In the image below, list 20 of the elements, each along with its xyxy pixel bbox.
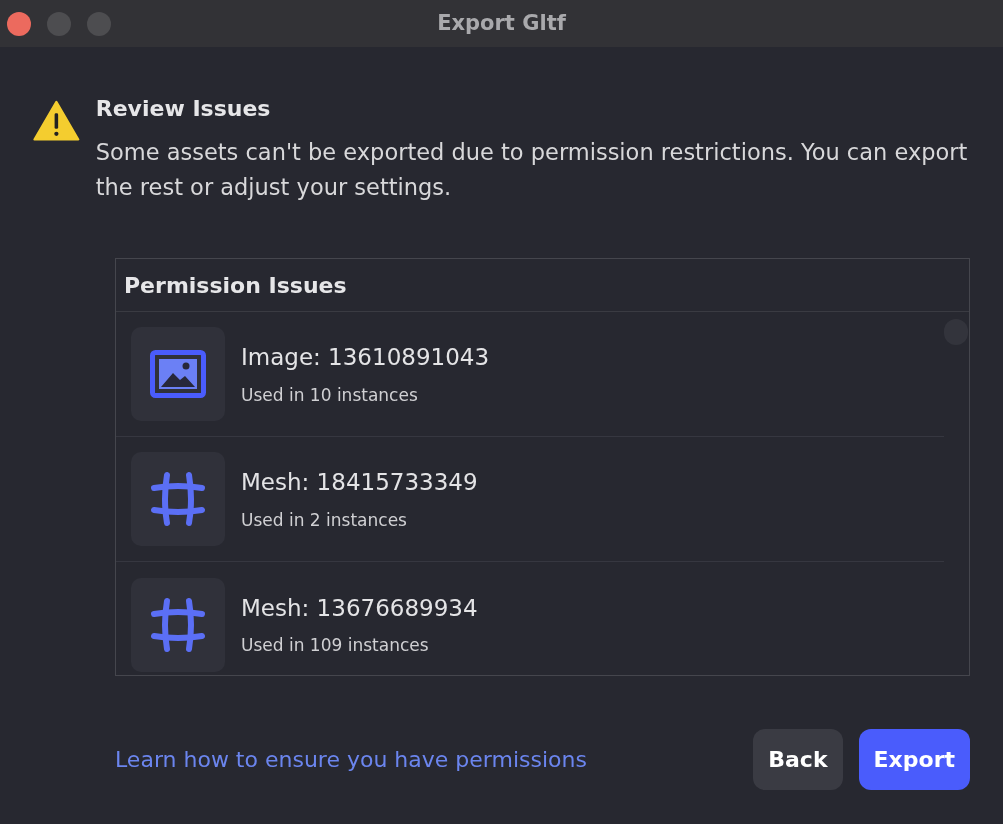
image-icon — [150, 350, 206, 398]
asset-name: Image: 13610891043 — [241, 343, 490, 372]
close-icon[interactable] — [6, 11, 32, 37]
minimize-icon[interactable] — [46, 11, 72, 37]
usage-count: Used in 2 instances — [241, 508, 408, 532]
dialog-heading: Review Issues — [95, 95, 272, 123]
usage-count: Used in 109 instances — [241, 634, 430, 657]
asset-name: Mesh: 13676689934 — [241, 593, 478, 623]
dialog-message: Some assets can't be exported due to permission restrictions. You can export the rest or adjust your settings. — [95, 138, 969, 202]
mesh-icon — [150, 596, 206, 653]
permissions-link[interactable]: Learn how to ensure you have permissions — [115, 743, 587, 776]
window-title: Export Gltf — [437, 9, 566, 37]
export-button[interactable]: Export — [858, 729, 970, 790]
back-button[interactable]: Back — [753, 729, 843, 790]
scrollbar-thumb[interactable] — [944, 319, 968, 345]
zoom-icon[interactable] — [86, 11, 112, 37]
mesh-icon — [150, 471, 206, 527]
usage-count: Used in 10 instances — [241, 383, 419, 407]
asset-name: Mesh: 18415733349 — [241, 468, 478, 497]
panel-title: Permission Issues — [116, 259, 969, 312]
